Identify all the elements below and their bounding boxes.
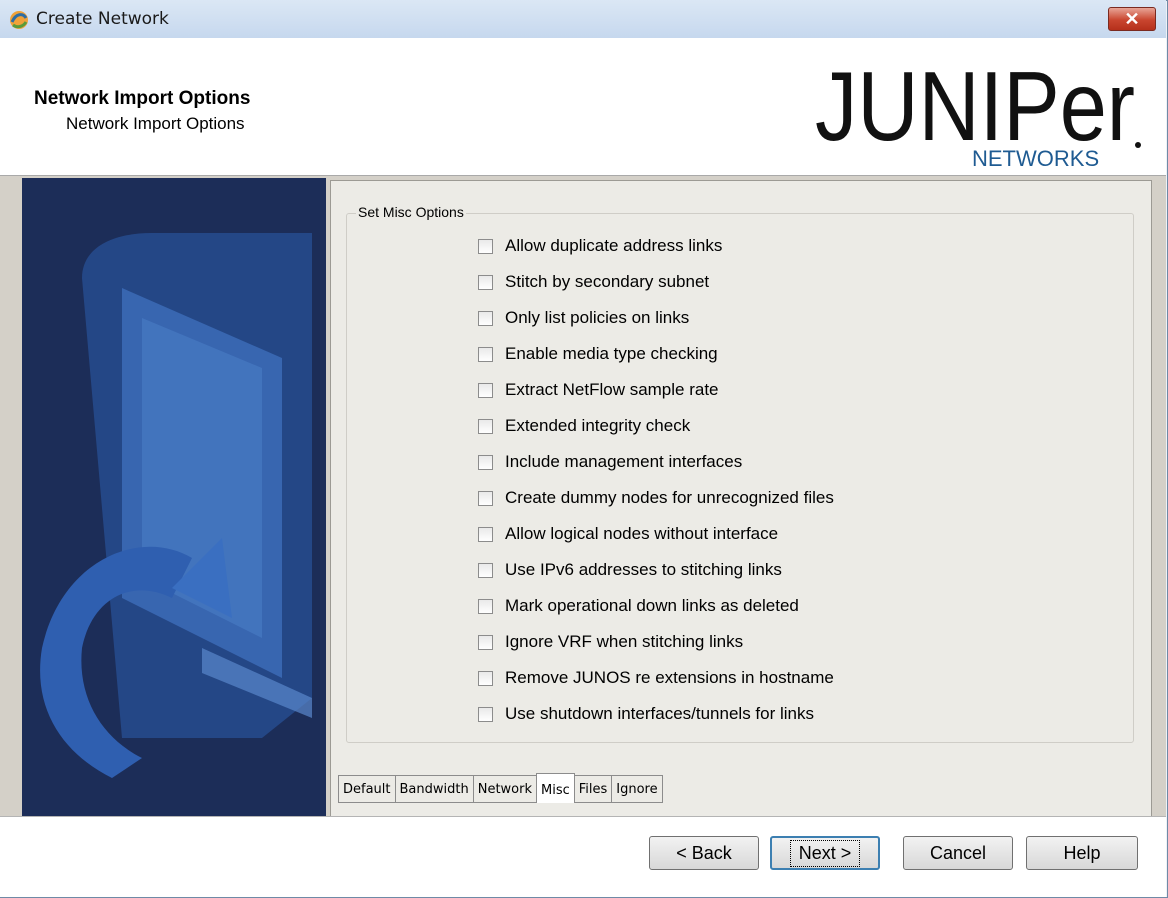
checkbox[interactable] <box>478 238 493 254</box>
tab-misc[interactable]: Misc <box>536 773 575 803</box>
window-title: Create Network <box>36 9 169 29</box>
option-mark-operational-down-links[interactable]: Mark operational down links as deleted <box>478 595 799 617</box>
option-allow-logical-nodes-without-interface[interactable]: Allow logical nodes without interface <box>478 523 778 545</box>
tab-network[interactable]: Network <box>472 775 537 803</box>
option-extract-netflow-sample-rate[interactable]: Extract NetFlow sample rate <box>478 379 719 401</box>
checkbox[interactable] <box>478 382 493 398</box>
options-tabs: Default Bandwidth Network Misc Files Ign… <box>338 773 663 803</box>
misc-options-group <box>346 213 1134 743</box>
option-label: Only list policies on links <box>505 308 690 327</box>
checkbox[interactable] <box>478 490 493 506</box>
option-stitch-by-secondary-subnet[interactable]: Stitch by secondary subnet <box>478 271 709 293</box>
page-subtitle: Network Import Options <box>66 114 245 133</box>
option-label: Allow duplicate address links <box>505 236 723 255</box>
next-button-label: Next > <box>789 839 861 867</box>
option-label: Use shutdown interfaces/tunnels for link… <box>505 704 814 723</box>
checkbox[interactable] <box>478 274 493 290</box>
checkbox[interactable] <box>478 310 493 326</box>
option-label: Extended integrity check <box>505 416 691 435</box>
option-label: Stitch by secondary subnet <box>505 272 710 291</box>
checkbox[interactable] <box>478 526 493 542</box>
svg-text:JUNIPer: JUNIPer <box>815 51 1135 161</box>
option-use-shutdown-interfaces[interactable]: Use shutdown interfaces/tunnels for link… <box>478 703 814 725</box>
help-button[interactable]: Help <box>1026 836 1138 870</box>
option-extended-integrity-check[interactable]: Extended integrity check <box>478 415 690 437</box>
close-icon: ✕ <box>1124 9 1140 29</box>
option-label: Use IPv6 addresses to stitching links <box>505 560 782 579</box>
close-button[interactable]: ✕ <box>1108 7 1156 31</box>
option-label: Mark operational down links as deleted <box>505 596 799 615</box>
cancel-button[interactable]: Cancel <box>903 836 1013 870</box>
option-enable-media-type-checking[interactable]: Enable media type checking <box>478 343 718 365</box>
option-label: Create dummy nodes for unrecognized file… <box>505 488 834 507</box>
option-label: Enable media type checking <box>505 344 718 363</box>
svg-text:NETWORKS: NETWORKS <box>972 146 1099 170</box>
tab-bandwidth[interactable]: Bandwidth <box>394 775 474 803</box>
option-include-management-interfaces[interactable]: Include management interfaces <box>478 451 742 473</box>
side-banner <box>22 178 326 816</box>
wizard-header: Network Import Options Network Import Op… <box>0 38 1166 176</box>
checkbox[interactable] <box>478 418 493 434</box>
network-wizard-graphic <box>40 233 312 778</box>
checkbox[interactable] <box>478 706 493 722</box>
tab-files[interactable]: Files <box>573 775 613 803</box>
page-title: Network Import Options <box>34 88 251 109</box>
checkbox[interactable] <box>478 670 493 686</box>
juniper-logo: JUNIPer NETWORKS <box>815 51 1141 170</box>
option-label: Ignore VRF when stitching links <box>505 632 744 651</box>
tab-ignore[interactable]: Ignore <box>611 775 663 803</box>
checkbox[interactable] <box>478 346 493 362</box>
option-label: Remove JUNOS re extensions in hostname <box>505 668 834 687</box>
checkbox[interactable] <box>478 598 493 614</box>
option-create-dummy-nodes[interactable]: Create dummy nodes for unrecognized file… <box>478 487 834 509</box>
back-button[interactable]: < Back <box>649 836 759 870</box>
title-bar: Create Network ✕ <box>0 0 1166 38</box>
option-label: Extract NetFlow sample rate <box>505 380 719 399</box>
tab-default[interactable]: Default <box>338 775 396 803</box>
next-button[interactable]: Next > <box>770 836 880 870</box>
app-icon <box>10 11 28 29</box>
checkbox[interactable] <box>478 454 493 470</box>
option-label: Allow logical nodes without interface <box>505 524 779 543</box>
option-use-ipv6-addresses[interactable]: Use IPv6 addresses to stitching links <box>478 559 782 581</box>
option-only-list-policies-on-links[interactable]: Only list policies on links <box>478 307 689 329</box>
option-ignore-vrf[interactable]: Ignore VRF when stitching links <box>478 631 743 653</box>
option-allow-duplicate-address-links[interactable]: Allow duplicate address links <box>478 235 722 257</box>
checkbox[interactable] <box>478 634 493 650</box>
option-label: Include management interfaces <box>505 452 743 471</box>
checkbox[interactable] <box>478 562 493 578</box>
group-label: Set Misc Options <box>356 204 466 220</box>
option-remove-junos-re-extensions[interactable]: Remove JUNOS re extensions in hostname <box>478 667 834 689</box>
